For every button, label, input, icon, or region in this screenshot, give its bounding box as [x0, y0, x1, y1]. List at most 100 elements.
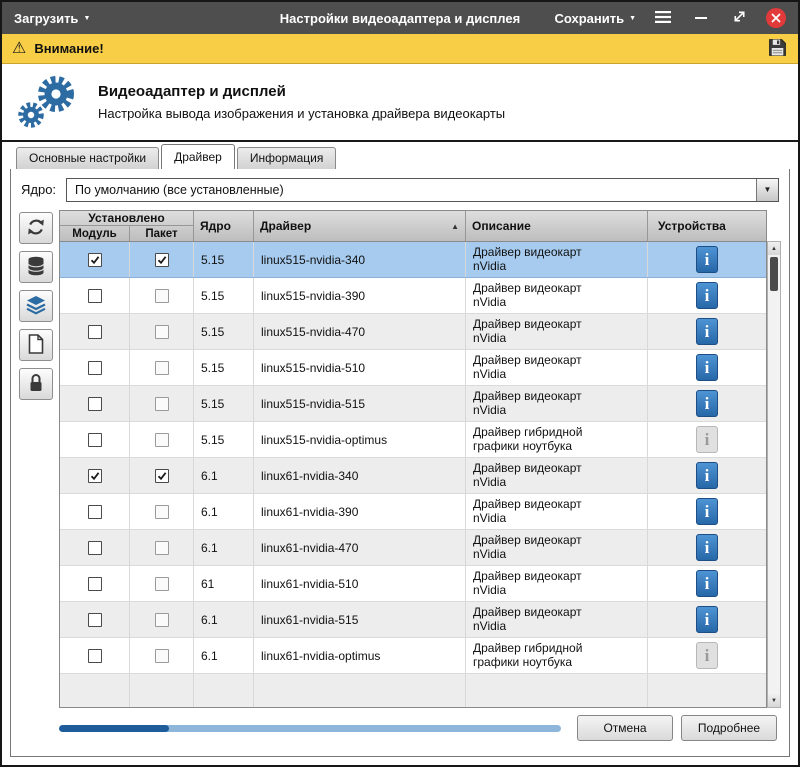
minimize-button[interactable] [690, 7, 712, 29]
tab-basic-settings[interactable]: Основные настройки [16, 147, 159, 169]
warning-icon: ⚠ [12, 41, 26, 57]
document-icon [28, 334, 44, 357]
menu-button[interactable] [652, 7, 674, 29]
module-checkbox[interactable] [88, 649, 102, 663]
package-cell [130, 458, 194, 493]
table-row[interactable]: 5.15linux515-nvidia-optimusДрайвер гибри… [60, 422, 766, 458]
header-description[interactable]: Описание [466, 211, 648, 241]
driver-name: linux61-nvidia-340 [254, 458, 466, 493]
device-info-button[interactable]: i [696, 462, 718, 489]
table-row[interactable]: 6.1linux61-nvidia-390Драйвер видеокартnV… [60, 494, 766, 530]
driver-name: linux515-nvidia-510 [254, 350, 466, 385]
module-checkbox[interactable] [88, 577, 102, 591]
sort-asc-icon: ▲ [451, 222, 459, 231]
package-cell [130, 314, 194, 349]
driver-name: linux61-nvidia-510 [254, 566, 466, 601]
device-info-button[interactable]: i [696, 318, 718, 345]
module-cell [60, 278, 130, 313]
package-checkbox[interactable] [155, 433, 169, 447]
device-info-button[interactable]: i [696, 606, 718, 633]
tab-information[interactable]: Информация [237, 147, 336, 169]
device-info-button[interactable]: i [696, 534, 718, 561]
scroll-up-button[interactable]: ▲ [768, 242, 780, 255]
device-info-button[interactable]: i [696, 498, 718, 525]
table-row[interactable]: 5.15linux515-nvidia-510Драйвер видеокарт… [60, 350, 766, 386]
package-checkbox[interactable] [155, 613, 169, 627]
module-checkbox[interactable] [88, 505, 102, 519]
module-checkbox[interactable] [88, 541, 102, 555]
kernel-cell: 5.15 [194, 278, 254, 313]
scroll-thumb[interactable] [770, 257, 778, 291]
maximize-button[interactable] [728, 7, 750, 29]
kernel-combobox-arrow[interactable]: ▼ [756, 179, 778, 201]
kernel-combobox[interactable]: По умолчанию (все установленные) ▼ [66, 178, 779, 202]
header-devices[interactable]: Устройства [648, 211, 766, 241]
device-info-button[interactable]: i [696, 570, 718, 597]
kernel-cell: 5.15 [194, 422, 254, 457]
driver-name: linux61-nvidia-515 [254, 602, 466, 637]
device-info-button[interactable]: i [696, 354, 718, 381]
kernel-label: Ядро: [21, 182, 56, 197]
header-module[interactable]: Модуль [60, 226, 130, 241]
close-button[interactable] [766, 8, 786, 28]
package-checkbox[interactable] [155, 649, 169, 663]
device-info-button[interactable]: i [696, 390, 718, 417]
table-row[interactable]: 6.1linux61-nvidia-515Драйвер видеокартnV… [60, 602, 766, 638]
package-checkbox[interactable] [155, 577, 169, 591]
minimize-icon [695, 17, 707, 19]
cancel-button[interactable]: Отмена [577, 715, 673, 741]
side-toolbar [19, 210, 53, 708]
table-body: 5.15linux515-nvidia-340Драйвер видеокарт… [60, 242, 766, 674]
header-installed[interactable]: Установлено [60, 211, 194, 226]
device-info-button[interactable]: i [696, 246, 718, 273]
lock-button[interactable] [19, 368, 53, 400]
device-info-button[interactable]: i [696, 282, 718, 309]
details-button[interactable]: Подробнее [681, 715, 777, 741]
log-button[interactable] [19, 329, 53, 361]
table-row[interactable]: 5.15linux515-nvidia-340Драйвер видеокарт… [60, 242, 766, 278]
window: Загрузить ▼ Настройки видеоадаптера и ди… [0, 0, 800, 767]
package-checkbox[interactable] [155, 361, 169, 375]
refresh-button[interactable] [19, 212, 53, 244]
package-checkbox[interactable] [155, 541, 169, 555]
drivers-button[interactable] [19, 290, 53, 322]
module-checkbox[interactable] [88, 613, 102, 627]
database-button[interactable] [19, 251, 53, 283]
package-checkbox[interactable] [155, 397, 169, 411]
device-info-button: i [696, 426, 718, 453]
driver-description: Драйвер видеокартnVidia [466, 242, 648, 277]
scroll-down-button[interactable]: ▼ [768, 694, 780, 707]
tab-driver[interactable]: Драйвер [161, 144, 235, 169]
table-row[interactable]: 5.15linux515-nvidia-515Драйвер видеокарт… [60, 386, 766, 422]
load-button[interactable]: Загрузить ▼ [14, 11, 90, 26]
module-checkbox[interactable] [88, 433, 102, 447]
devices-cell: i [648, 314, 766, 349]
kernel-cell: 6.1 [194, 530, 254, 565]
module-checkbox[interactable] [88, 253, 102, 267]
header-kernel[interactable]: Ядро [194, 211, 254, 241]
header-package[interactable]: Пакет [130, 226, 194, 241]
module-checkbox[interactable] [88, 361, 102, 375]
scroll-track[interactable] [768, 255, 780, 694]
table-row[interactable]: 6.1linux61-nvidia-340Драйвер видеокартnV… [60, 458, 766, 494]
table-row[interactable]: 6.1linux61-nvidia-optimusДрайвер гибридн… [60, 638, 766, 674]
package-cell [130, 566, 194, 601]
package-checkbox[interactable] [155, 469, 169, 483]
package-checkbox[interactable] [155, 505, 169, 519]
package-checkbox[interactable] [155, 289, 169, 303]
save-settings-button[interactable] [767, 37, 788, 61]
module-checkbox[interactable] [88, 325, 102, 339]
driver-description: Драйвер гибриднойграфики ноутбука [466, 638, 648, 673]
package-checkbox[interactable] [155, 325, 169, 339]
module-checkbox[interactable] [88, 397, 102, 411]
header-driver[interactable]: Драйвер ▲ [254, 211, 466, 241]
table-row[interactable]: 6.1linux61-nvidia-470Драйвер видеокартnV… [60, 530, 766, 566]
package-checkbox[interactable] [155, 253, 169, 267]
save-button[interactable]: Сохранить ▼ [554, 11, 636, 26]
module-checkbox[interactable] [88, 289, 102, 303]
table-row[interactable]: 61linux61-nvidia-510Драйвер видеокартnVi… [60, 566, 766, 602]
table-row[interactable]: 5.15linux515-nvidia-470Драйвер видеокарт… [60, 314, 766, 350]
module-checkbox[interactable] [88, 469, 102, 483]
vertical-scrollbar[interactable]: ▲ ▼ [767, 241, 781, 708]
table-row[interactable]: 5.15linux515-nvidia-390Драйвер видеокарт… [60, 278, 766, 314]
